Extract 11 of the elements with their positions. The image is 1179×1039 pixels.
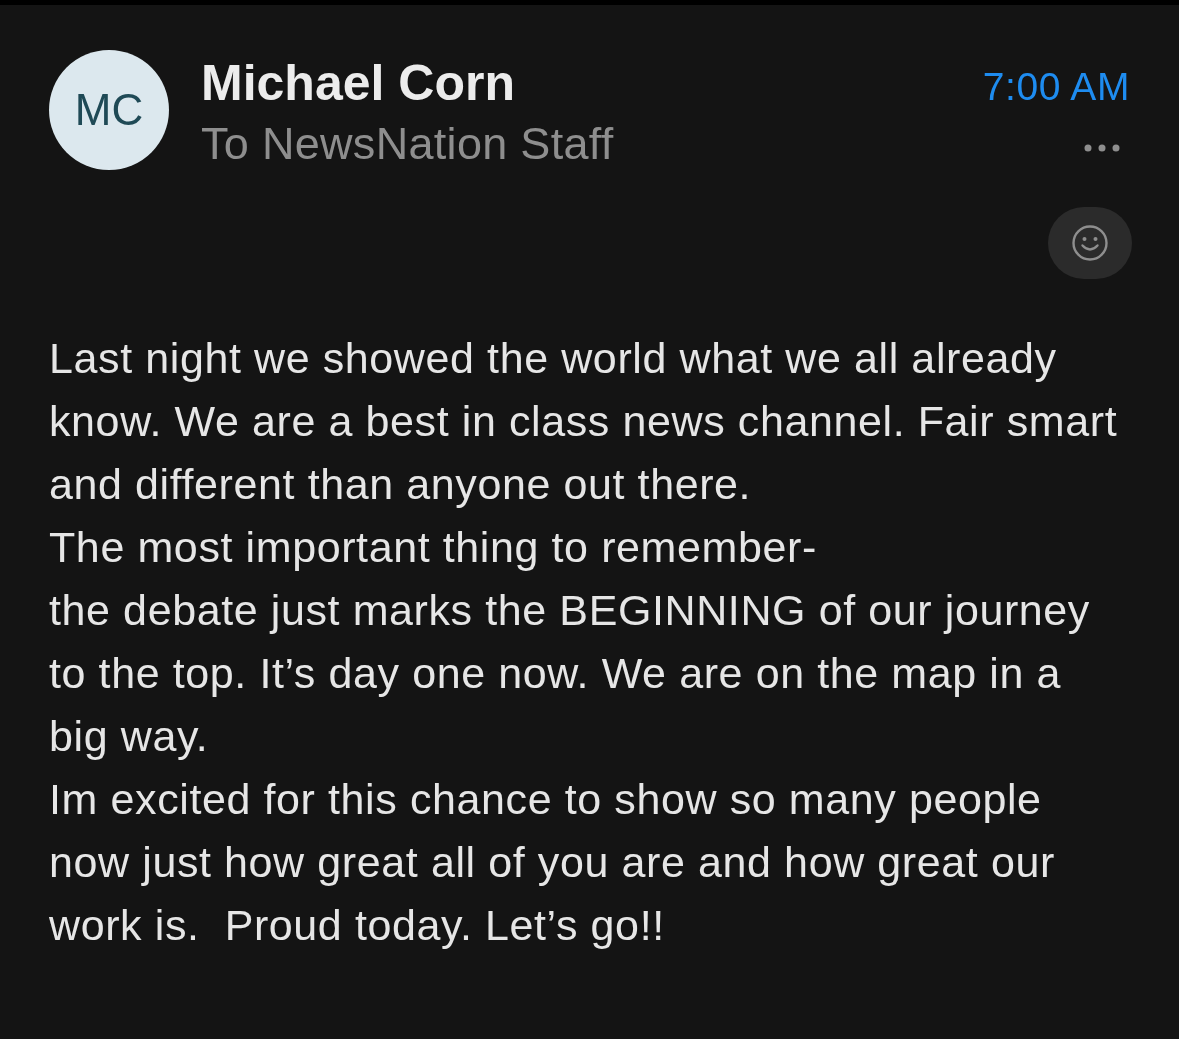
- recipient-line: To NewsNation Staff: [201, 117, 615, 171]
- message-paragraph: the debate just marks the BEGINNING of our journey to the top. It’s day one now. We are on the map in a big way.: [49, 585, 1091, 762]
- message-paragraph: The most important thing to remember-: [49, 522, 818, 573]
- message-time: 7:00 AM: [982, 65, 1130, 109]
- more-icon: [1084, 144, 1120, 152]
- sender-name: Michael Corn: [201, 54, 516, 113]
- more-options-button[interactable]: [1084, 144, 1120, 152]
- message-paragraph: Im excited for this chance to show so many people now just how great all of you are and how great our work is. Proud today. Let’s go!!: [49, 774, 1056, 951]
- avatar: MC: [49, 50, 169, 170]
- smiley-icon: [1072, 225, 1108, 261]
- message-paragraph: Last night we showed the world what we all already know. We are a best in class news channel. Fair smart and different than anyone out there.: [49, 333, 1119, 510]
